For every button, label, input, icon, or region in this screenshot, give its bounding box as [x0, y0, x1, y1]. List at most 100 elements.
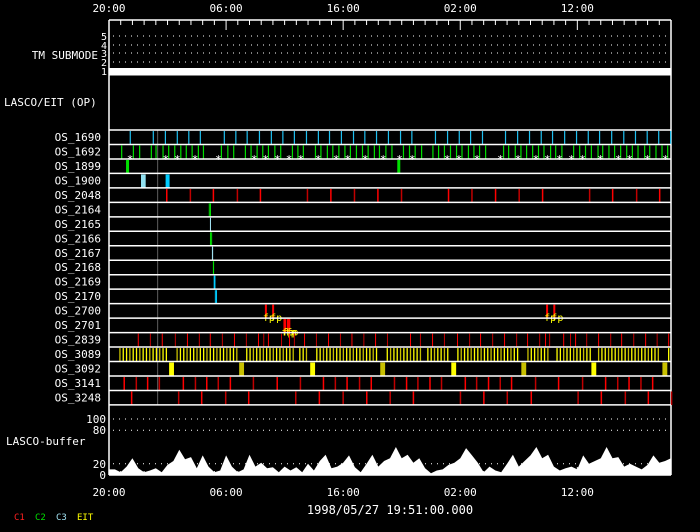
event-tick-os_1692	[485, 145, 487, 159]
event-tick-os_3141	[276, 376, 278, 391]
event-tick-os_2048	[212, 188, 215, 203]
event-tick-os_3089	[125, 348, 128, 362]
event-tick-os_3141	[346, 376, 348, 391]
event-tick-os_3089	[259, 348, 261, 362]
event-tick-os_1692	[391, 145, 393, 159]
event-tick-os_3089	[507, 348, 509, 362]
row-label: OS_3089	[55, 348, 101, 361]
tm-submode-label: TM SUBMODE	[32, 49, 98, 62]
event-tick-os_1690	[270, 131, 272, 145]
event-tick-os_3089	[155, 348, 158, 362]
event-tick-os_2839	[245, 333, 247, 348]
event-tick-os_2839	[419, 333, 421, 348]
bottom-time-tick-label: 06:00	[210, 486, 243, 499]
event-tick-os_3141	[464, 376, 467, 391]
event-tick-os_3248	[670, 391, 673, 405]
event-tick-os_3089	[597, 348, 600, 362]
event-tick-os_3089	[249, 348, 251, 362]
event-tick-os_3248	[506, 391, 509, 405]
event-tick-os_3089	[637, 348, 640, 362]
event-tick-os_2839	[575, 333, 577, 348]
event-tick-os_2048	[377, 188, 379, 203]
event-tick-os_3089	[607, 348, 610, 362]
event-tick-os_3141	[194, 376, 197, 391]
event-tick-os_1690	[387, 131, 390, 145]
event-tick-os_1690	[223, 131, 225, 145]
event-tick-os_2839	[339, 333, 341, 348]
tm-level-label: 5	[101, 32, 107, 43]
event-tick-os_2839	[457, 333, 459, 348]
event-tick-os_1690	[575, 131, 578, 145]
event-tick-os_2048	[306, 188, 309, 203]
event-tick-os_3089	[483, 348, 486, 362]
event-tick-os_2164	[209, 203, 211, 217]
event-tick-os_2048	[541, 188, 544, 203]
event-tick-os_3089	[668, 348, 670, 362]
event-tick-os_2169	[214, 275, 216, 290]
event-tick-os_1692	[233, 145, 235, 159]
event-tick-os_3141	[229, 376, 232, 391]
event-tick-os_1690	[504, 131, 507, 145]
event-tick-os_2839	[645, 333, 647, 348]
event-tick-os_3089	[500, 348, 502, 362]
event-tick-os_3141	[557, 376, 560, 391]
event-tick-os_3089	[624, 348, 626, 362]
event-tick-os_3089	[601, 348, 603, 362]
event-tick-os_3089	[437, 348, 439, 362]
event-tick-os_1690	[434, 131, 437, 145]
event-tick-os_2170	[214, 290, 216, 304]
event-tick-os_2839	[186, 333, 188, 348]
event-tick-os_2048	[635, 188, 638, 203]
event-block-os_3092	[521, 362, 527, 376]
event-tick-os_1692	[121, 145, 123, 159]
event-tick-os_3089	[266, 348, 268, 362]
event-tick-os_3089	[530, 348, 532, 362]
event-tick-os_3089	[289, 348, 291, 362]
event-tick-os_3248	[459, 391, 462, 405]
event-tick-os_2839	[209, 333, 211, 348]
event-tick-os_3089	[232, 348, 235, 362]
buffer-ytick-label: 0	[99, 469, 106, 482]
event-tick-os_3089	[186, 348, 188, 362]
event-tick-os_3141	[358, 376, 361, 391]
event-tick-os_3089	[122, 348, 124, 362]
event-tick-os_2048	[611, 188, 614, 203]
event-tick-os_2170	[216, 290, 218, 304]
row-label: OS_2169	[55, 276, 101, 289]
row-label: OS_2048	[55, 189, 101, 202]
event-tick-os_3089	[569, 348, 571, 362]
event-tick-os_3089	[262, 348, 265, 362]
event-tick-os_3089	[292, 348, 294, 362]
event-tick-os_3089	[563, 348, 565, 362]
event-tick-os_3089	[256, 348, 258, 362]
event-tick-os_3248	[318, 391, 321, 405]
event-tick-os_2167	[212, 246, 214, 261]
event-tick-os_2839	[492, 333, 494, 348]
event-tick-os_3089	[614, 348, 616, 362]
event-tick-os_3089	[199, 348, 201, 362]
event-tick-os_2839	[409, 333, 411, 348]
event-tick-os_3089	[202, 348, 205, 362]
event-tick-os_2839	[443, 333, 445, 348]
event-tick-os_3089	[272, 348, 274, 362]
event-tick-os_3089	[165, 348, 168, 362]
event-tick-os_3141	[640, 376, 642, 391]
event-tick-os_3089	[440, 348, 442, 362]
event-tick-os_2048	[189, 188, 192, 203]
event-tick-os_3141	[534, 376, 537, 391]
event-tick-os_3089	[145, 348, 148, 362]
event-tick-os_3089	[252, 348, 255, 362]
event-tick-os_3089	[403, 348, 405, 362]
event-tick-os_3089	[393, 348, 395, 362]
event-tick-os_2048	[494, 188, 497, 203]
event-tick-os_1690	[328, 131, 331, 145]
legend-item-c1: C1	[14, 513, 25, 523]
event-tick-os_3248	[647, 391, 650, 405]
event-tick-os_1690	[646, 131, 648, 145]
event-tick-os_3089	[349, 348, 351, 362]
row-label: OS_2168	[55, 261, 101, 274]
event-tick-os_2048	[471, 188, 473, 203]
event-tick-os_3089	[540, 348, 542, 362]
event-tick-os_1692	[373, 145, 375, 159]
event-tick-os_3089	[342, 348, 345, 362]
